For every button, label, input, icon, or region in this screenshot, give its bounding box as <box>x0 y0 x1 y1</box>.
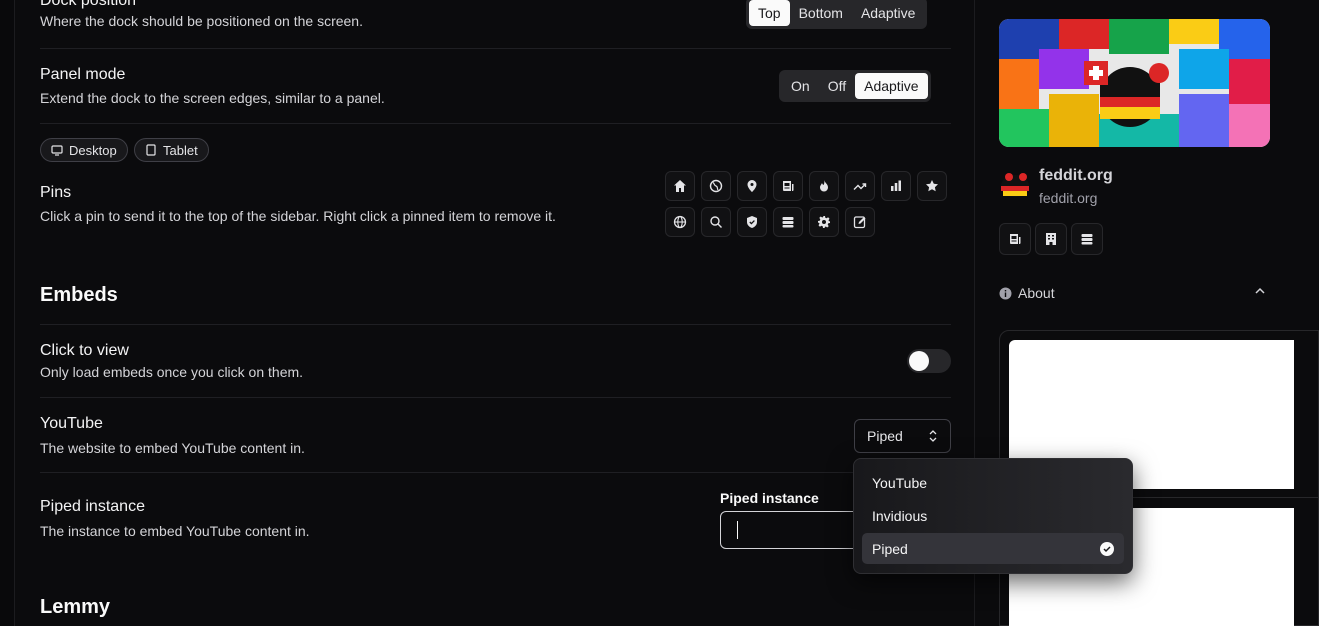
piped-input-label: Piped instance <box>720 490 819 506</box>
home-icon[interactable] <box>665 171 695 201</box>
pins-grid <box>665 171 947 237</box>
option-label: Piped <box>872 540 908 557</box>
server-icon[interactable] <box>1071 223 1103 255</box>
youtube-select[interactable]: Piped <box>854 419 951 453</box>
panel-option-on[interactable]: On <box>782 73 819 99</box>
newspaper-icon[interactable] <box>999 223 1031 255</box>
community-banner <box>999 19 1270 147</box>
map-pin-icon[interactable] <box>737 171 767 201</box>
building-icon[interactable] <box>1035 223 1067 255</box>
flame-icon[interactable] <box>809 171 839 201</box>
divider <box>40 472 951 473</box>
about-label: About <box>1018 285 1055 301</box>
settings-panel: Dock position Where the dock should be p… <box>14 0 975 626</box>
monitor-icon <box>51 145 63 156</box>
dock-option-top[interactable]: Top <box>749 0 790 26</box>
embeds-heading: Embeds <box>40 284 118 306</box>
community-host: feddit.org <box>1039 190 1098 206</box>
check-icon <box>1100 541 1114 556</box>
text-caret <box>737 521 738 539</box>
about-toggle[interactable]: About <box>999 285 1055 301</box>
community-name[interactable]: feddit.org <box>1039 167 1113 185</box>
youtube-select-value: Piped <box>867 428 903 444</box>
youtube-desc: The website to embed YouTube content in. <box>40 440 305 456</box>
click-to-view-desc: Only load embeds once you click on them. <box>40 364 304 380</box>
panel-option-off[interactable]: Off <box>819 73 855 99</box>
divider <box>40 48 951 49</box>
divider <box>40 123 951 124</box>
youtube-title: YouTube <box>40 415 103 432</box>
youtube-dropdown: YouTube Invidious Piped <box>853 458 1133 574</box>
chevron-up-icon[interactable] <box>1254 285 1266 297</box>
divider <box>40 397 951 398</box>
newspaper-icon[interactable] <box>773 171 803 201</box>
tablet-chip[interactable]: Tablet <box>134 138 209 162</box>
lemmy-heading: Lemmy <box>40 596 111 618</box>
click-to-view-toggle[interactable] <box>907 349 951 373</box>
toggle-knob <box>909 351 929 371</box>
click-to-view-title: Click to view <box>40 342 129 359</box>
star-icon[interactable] <box>917 171 947 201</box>
dock-option-adaptive[interactable]: Adaptive <box>852 0 924 26</box>
server-icon[interactable] <box>773 207 803 237</box>
gear-icon[interactable] <box>809 207 839 237</box>
dock-position-segmented: Top Bottom Adaptive <box>746 0 928 29</box>
youtube-row: YouTube The website to embed YouTube con… <box>40 415 951 456</box>
click-to-view-row: Click to view Only load embeds once you … <box>40 342 951 380</box>
panel-option-adaptive[interactable]: Adaptive <box>855 73 928 99</box>
panel-mode-segmented: On Off Adaptive <box>779 70 931 102</box>
search-icon[interactable] <box>701 207 731 237</box>
dock-option-bottom[interactable]: Bottom <box>790 0 852 26</box>
bar-chart-icon[interactable] <box>881 171 911 201</box>
globe-icon[interactable] <box>701 171 731 201</box>
option-label: Invidious <box>872 507 928 524</box>
divider <box>40 324 951 325</box>
tablet-icon <box>146 144 156 156</box>
chevron-up-down-icon <box>929 430 937 442</box>
desktop-chip[interactable]: Desktop <box>40 138 128 162</box>
edit-icon[interactable] <box>845 207 875 237</box>
community-avatar <box>1001 173 1029 197</box>
dropdown-option-youtube[interactable]: YouTube <box>862 467 1124 498</box>
tablet-chip-label: Tablet <box>163 142 198 158</box>
desktop-chip-label: Desktop <box>69 142 117 158</box>
option-label: YouTube <box>872 474 928 491</box>
dropdown-option-piped[interactable]: Piped <box>862 533 1124 564</box>
info-icon <box>999 287 1012 299</box>
dropdown-option-invidious[interactable]: Invidious <box>862 500 1124 531</box>
world-icon[interactable] <box>665 207 695 237</box>
shield-icon[interactable] <box>737 207 767 237</box>
trending-icon[interactable] <box>845 171 875 201</box>
